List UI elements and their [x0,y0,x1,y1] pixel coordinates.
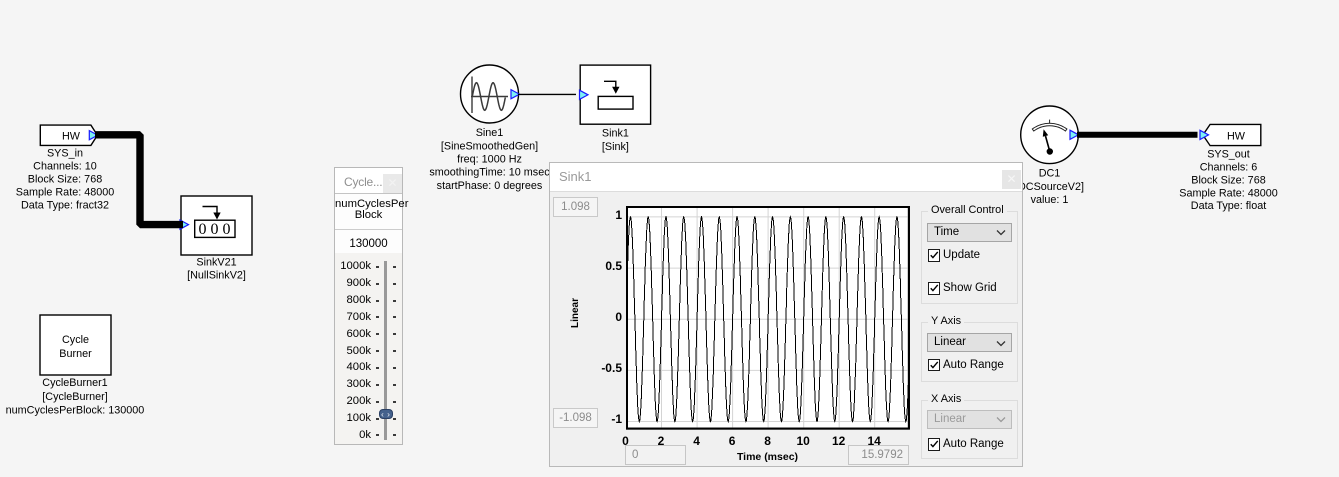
svg-text:Data Type: float: Data Type: float [1191,200,1266,212]
svg-text:value: 1: value: 1 [1031,194,1069,206]
svg-text:Block Size: 768: Block Size: 768 [1191,174,1265,186]
svg-text:[Sink]: [Sink] [602,141,629,153]
svg-text:numCyclesPerBlock: 130000: numCyclesPerBlock: 130000 [6,405,145,417]
svg-text:[DCSourceV2]: [DCSourceV2] [1015,181,1084,193]
svg-text:Sine1: Sine1 [476,127,504,139]
svg-text:SYS_in: SYS_in [47,148,83,160]
svg-text:startPhase: 0 degrees: startPhase: 0 degrees [437,180,543,192]
svg-text:CycleBurner1: CycleBurner1 [42,377,107,389]
svg-text:HW: HW [1227,130,1246,142]
svg-text:Sink1: Sink1 [602,128,629,140]
svg-text:Cycle: Cycle [62,334,89,346]
svg-text:Channels: 6: Channels: 6 [1200,162,1258,174]
svg-text:[SineSmoothedGen]: [SineSmoothedGen] [441,140,538,152]
svg-text:Burner: Burner [59,348,92,360]
svg-text:Block Size: 768: Block Size: 768 [28,174,102,186]
svg-text:[NullSinkV2]: [NullSinkV2] [187,270,246,282]
svg-text:0 0 0: 0 0 0 [199,221,231,238]
svg-text:Sample Rate: 48000: Sample Rate: 48000 [1179,187,1277,199]
svg-text:SinkV21: SinkV21 [196,257,236,269]
svg-text:freq: 1000 Hz: freq: 1000 Hz [457,154,522,166]
svg-text:smoothingTime: 10 msec: smoothingTime: 10 msec [429,167,550,179]
svg-text:Sample Rate: 48000: Sample Rate: 48000 [16,187,114,199]
svg-text:HW: HW [62,131,81,143]
svg-text:Data Type: fract32: Data Type: fract32 [21,199,109,211]
svg-text:SYS_out: SYS_out [1207,149,1250,161]
svg-text:[CycleBurner]: [CycleBurner] [42,391,107,403]
svg-text:Channels: 10: Channels: 10 [33,161,97,173]
svg-text:DC1: DC1 [1039,168,1061,180]
